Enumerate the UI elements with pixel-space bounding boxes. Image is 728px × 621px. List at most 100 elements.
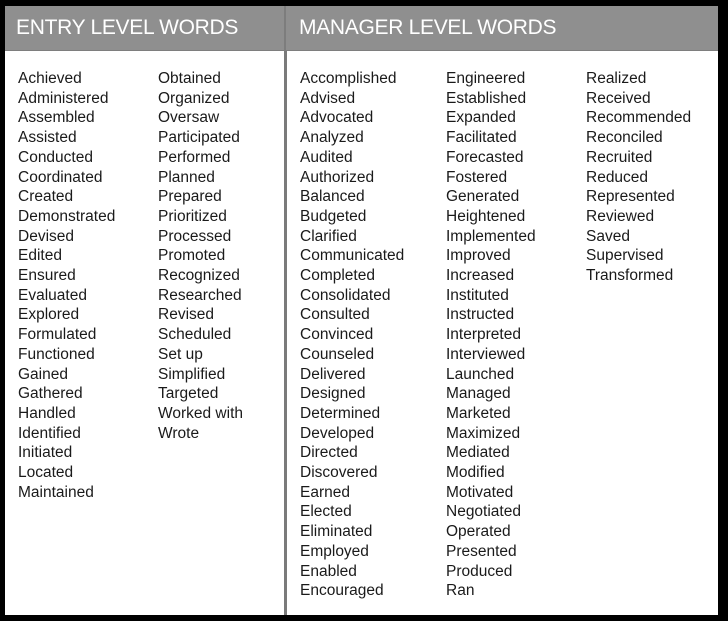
word-item: Delivered (300, 365, 366, 383)
word-item: Assembled (18, 109, 95, 127)
word-item: Reduced (586, 168, 649, 186)
word-item: Transformed (586, 267, 674, 285)
word-item: Produced (446, 562, 513, 580)
manager-word-list-1: Accomplished Advised Advocated Analyzed Audi… (300, 69, 404, 601)
word-item: Managed (446, 385, 511, 403)
word-item: Convinced (300, 326, 374, 344)
word-item: Prepared (158, 188, 222, 206)
word-item: Clarified (300, 227, 357, 245)
word-item: Negotiated (446, 503, 521, 521)
word-item: Recruited (586, 148, 653, 166)
word-item: Set up (158, 345, 203, 363)
word-item: Discovered (300, 464, 378, 482)
word-item: Accomplished (300, 70, 397, 87)
word-item: Generated (446, 188, 520, 206)
word-item: Counseled (300, 345, 375, 363)
word-item: Presented (446, 542, 517, 560)
word-item: Represented (586, 188, 675, 206)
word-item: Facilitated (446, 129, 517, 147)
word-item: Worked with (158, 404, 243, 422)
entry-level-heading: ENTRY LEVEL WORDS (16, 16, 239, 39)
word-item: Earned (300, 483, 350, 501)
word-item: Eliminated (300, 523, 373, 541)
word-item: Formulated (18, 326, 97, 344)
word-item: Initiated (18, 444, 73, 462)
word-item: Demonstrated (18, 207, 116, 225)
word-item: Recognized (158, 267, 240, 285)
word-item: Coordinated (18, 168, 103, 186)
word-item: Scheduled (158, 326, 232, 344)
word-item: Processed (158, 227, 232, 245)
word-item: Gathered (18, 385, 83, 403)
word-item: Employed (300, 542, 369, 560)
word-item: Saved (586, 227, 630, 245)
entry-word-list-1: Achieved Administered Assembled Assisted Con… (18, 69, 115, 502)
word-item: Increased (446, 267, 515, 285)
word-item: Expanded (446, 109, 516, 127)
word-item: Handled (18, 404, 76, 422)
word-item: Forecasted (446, 148, 524, 166)
word-item: Obtained (158, 70, 221, 87)
word-item: Advised (300, 89, 356, 107)
word-item: Reconciled (586, 129, 663, 147)
word-item: Supervised (586, 247, 664, 265)
word-item: Researched (158, 286, 242, 304)
word-item: Recommended (586, 109, 692, 127)
word-item: Operated (446, 523, 511, 541)
word-item: Budgeted (300, 207, 367, 225)
word-item: Realized (586, 70, 647, 87)
header-divider (284, 6, 286, 50)
word-item: Consulted (300, 306, 370, 324)
word-item: Completed (300, 267, 375, 285)
word-item: Targeted (158, 385, 219, 403)
word-item: Encouraged (300, 582, 384, 600)
word-item: Heightened (446, 207, 526, 225)
word-item: Instructed (446, 306, 515, 324)
word-item: Conducted (18, 148, 93, 166)
word-item: Organized (158, 89, 230, 107)
word-item: Evaluated (18, 286, 87, 304)
column-divider (284, 51, 287, 615)
word-item: Promoted (158, 247, 226, 265)
table-header: ENTRY LEVEL WORDS MANAGER LEVEL WORDS (5, 6, 718, 51)
manager-level-heading: MANAGER LEVEL WORDS (299, 16, 557, 39)
word-item: Enabled (300, 562, 357, 580)
word-item: Prioritized (158, 207, 227, 225)
word-item: Gained (18, 365, 68, 383)
word-item: Improved (446, 247, 511, 265)
word-item: Interpreted (446, 326, 521, 344)
word-item: Analyzed (300, 129, 364, 147)
word-item: Administered (18, 89, 109, 107)
word-item: Motivated (446, 483, 514, 501)
word-item: Ensured (18, 267, 76, 285)
word-item: Wrote (158, 424, 200, 442)
word-item: Balanced (300, 188, 365, 206)
word-item: Authorized (300, 168, 375, 186)
word-item: Located (18, 464, 74, 482)
word-item: Instituted (446, 286, 509, 304)
word-item: Explored (18, 306, 80, 324)
word-item: Directed (300, 444, 358, 462)
word-item: Engineered (446, 70, 526, 87)
word-item: Determined (300, 404, 381, 422)
word-item: Elected (300, 503, 352, 521)
word-item: Revised (158, 306, 214, 324)
word-item: Performed (158, 148, 231, 166)
word-item: Advocated (300, 109, 374, 127)
word-item: Oversaw (158, 109, 220, 127)
word-item: Maintained (18, 483, 94, 501)
word-item: Received (586, 89, 651, 107)
word-item: Reviewed (586, 207, 655, 225)
manager-word-list-3: Realized Received Recommended Reconciled Rec… (586, 69, 691, 286)
word-item: Marketed (446, 404, 511, 422)
word-item: Achieved (18, 70, 82, 87)
word-item: Assisted (18, 129, 77, 147)
word-item: Launched (446, 365, 515, 383)
word-table: ENTRY LEVEL WORDS MANAGER LEVEL WORDS Ac… (5, 6, 718, 615)
word-item: Implemented (446, 227, 536, 245)
word-item: Created (18, 188, 74, 206)
word-item: Interviewed (446, 345, 526, 363)
word-item: Developed (300, 424, 375, 442)
word-item: Participated (158, 129, 240, 147)
entry-word-list-2: Obtained Organized Oversaw Participated Perf… (158, 69, 243, 443)
